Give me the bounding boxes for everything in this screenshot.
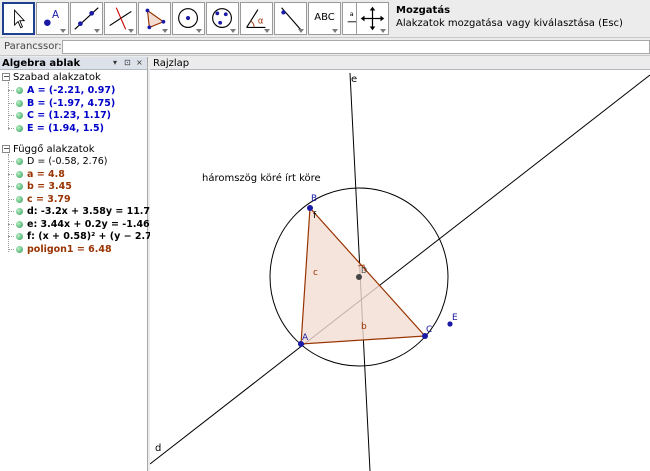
point-A-label: A [302, 333, 309, 343]
algebra-panel-title: Algebra ablak [2, 58, 81, 69]
visibility-toggle-icon[interactable] [16, 183, 23, 190]
dependent-object-row[interactable]: c = 3.79 [8, 193, 71, 206]
dependent-object-row[interactable]: f: (x + 0.58)² + (y − 2.7 [8, 231, 152, 243]
command-input[interactable] [62, 40, 650, 54]
angle-tool-button[interactable]: α [240, 2, 273, 35]
visibility-toggle-icon[interactable] [16, 87, 23, 94]
dependent-object-row[interactable]: a = 4.8 [8, 168, 65, 181]
visibility-toggle-icon[interactable] [16, 208, 23, 215]
dropdown-triangle-icon [94, 29, 100, 33]
dropdown-triangle-icon [298, 29, 304, 33]
graphics-panel-title: Rajzlap [153, 58, 190, 69]
dropdown-triangle-icon [380, 29, 386, 33]
graphics-panel: Rajzlap d e f A B C E D c b háromszög kö… [150, 57, 650, 471]
dependent-object-row[interactable]: e: 3.44x + 0.2y = -1.46 [8, 218, 150, 231]
side-b-label: b [361, 322, 367, 332]
move-tool-button[interactable] [2, 2, 35, 35]
dropdown-triangle-icon [332, 29, 338, 33]
side-c-label: c [313, 268, 318, 278]
selected-tool-title: Mozgatás [396, 5, 451, 16]
algebra-panel: Algebra ablak ▾ ⊡ × − Szabad alakzatok A … [0, 57, 157, 471]
line-d-label: d [155, 443, 161, 454]
free-object-row[interactable]: E = (1.94, 1.5) [8, 122, 104, 135]
dependent-object-text: d: -3.2x + 3.58y = 11.76 [27, 206, 157, 217]
cursor-arrow-icon [14, 9, 26, 29]
dependent-object-text: e: 3.44x + 0.2y = -1.46 [27, 218, 150, 230]
dependent-object-row[interactable]: b = 3.45 [8, 181, 72, 193]
caption-text: háromszög köré írt köre [202, 172, 321, 184]
geogebra-window: A α ABC a Mozgatás Alakzatok mozgatása v… [0, 0, 650, 471]
text-tool-label: ABC [314, 12, 335, 23]
toolbar: A α ABC a Mozgatás Alakzatok mozgatása v… [0, 0, 650, 38]
visibility-toggle-icon[interactable] [16, 195, 23, 203]
point-tool-button[interactable]: A [36, 2, 69, 35]
graphics-panel-header: Rajzlap [150, 57, 650, 70]
free-object-row[interactable]: A = (-2.21, 0.97) [8, 85, 116, 97]
algebra-panel-header: Algebra ablak ▾ ⊡ × [0, 57, 147, 70]
panel-menu-icon[interactable]: ▾ [113, 58, 117, 67]
dropdown-triangle-icon [162, 29, 168, 33]
dropdown-triangle-icon [230, 29, 236, 33]
visibility-toggle-icon[interactable] [16, 124, 23, 132]
dropdown-triangle-icon [60, 29, 66, 33]
visibility-toggle-icon[interactable] [16, 220, 23, 228]
dependent-object-row[interactable]: D = (-0.58, 2.76) [8, 156, 108, 168]
free-objects-folder[interactable]: − Szabad alakzatok [2, 72, 101, 83]
visibility-toggle-icon[interactable] [16, 245, 23, 253]
drawing-canvas[interactable]: d e f A B C E D c b a háromszög köré írt… [150, 70, 650, 471]
circle-tool-button[interactable] [172, 2, 205, 35]
collapse-icon[interactable]: − [2, 145, 10, 153]
free-object-text: A = (-2.21, 0.97) [27, 85, 116, 96]
line-d[interactable] [150, 74, 650, 465]
free-object-row[interactable]: C = (1.23, 1.17) [8, 110, 112, 122]
move-graphics-tool-button[interactable] [356, 2, 389, 35]
dependent-object-row[interactable]: d: -3.2x + 3.58y = 11.76 [8, 206, 157, 218]
dependent-object-text: b = 3.45 [27, 181, 72, 192]
visibility-toggle-icon[interactable] [16, 112, 23, 119]
dependent-object-row[interactable]: poligon1 = 6.48 [8, 243, 112, 256]
line-e-label: e [351, 74, 357, 85]
point-B-label: B [311, 194, 317, 204]
undock-icon[interactable]: ⊡ [124, 58, 131, 67]
point-D-label: D [361, 266, 367, 275]
reflect-tool-button[interactable] [274, 2, 307, 35]
dependent-object-text: a = 4.8 [27, 168, 65, 180]
perpendicular-line-tool-button[interactable] [104, 2, 137, 35]
dependent-object-text: f: (x + 0.58)² + (y − 2.7 [27, 231, 152, 242]
visibility-toggle-icon[interactable] [16, 233, 23, 240]
point-tool-label: A [52, 9, 59, 21]
angle-tool-label: α [258, 16, 264, 26]
free-object-row[interactable]: B = (-1.97, 4.75) [8, 97, 116, 110]
input-bar-label: Parancssor: [4, 41, 62, 52]
close-icon[interactable]: × [136, 58, 143, 67]
free-object-text: B = (-1.97, 4.75) [27, 97, 116, 109]
dependent-objects-folder-label: Függő alakzatok [13, 144, 95, 155]
dropdown-triangle-icon [196, 29, 202, 33]
dropdown-triangle-icon [264, 29, 270, 33]
dependent-object-text: D = (-0.58, 2.76) [27, 156, 108, 167]
selected-tool-description: Alakzatok mozgatása vagy kiválasztása (E… [396, 18, 623, 29]
line-tool-button[interactable] [70, 2, 103, 35]
dependent-object-text: c = 3.79 [27, 193, 71, 205]
conic-tool-button[interactable] [206, 2, 239, 35]
dependent-object-text: poligon1 = 6.48 [27, 243, 112, 255]
text-tool-button[interactable]: ABC [308, 2, 341, 35]
dependent-objects-folder[interactable]: − Függő alakzatok [2, 144, 95, 155]
free-object-text: E = (1.94, 1.5) [27, 122, 104, 134]
free-object-text: C = (1.23, 1.17) [27, 110, 112, 121]
point-C-label: C [426, 325, 432, 335]
point-E-label: E [452, 313, 458, 323]
visibility-toggle-icon[interactable] [16, 99, 23, 107]
visibility-toggle-icon[interactable] [16, 158, 23, 165]
collapse-icon[interactable]: − [2, 73, 10, 81]
visibility-toggle-icon[interactable] [16, 170, 23, 178]
dropdown-triangle-icon [128, 29, 134, 33]
input-bar: Parancssor: [0, 39, 650, 56]
free-objects-folder-label: Szabad alakzatok [13, 72, 101, 83]
polygon-tool-button[interactable] [138, 2, 171, 35]
